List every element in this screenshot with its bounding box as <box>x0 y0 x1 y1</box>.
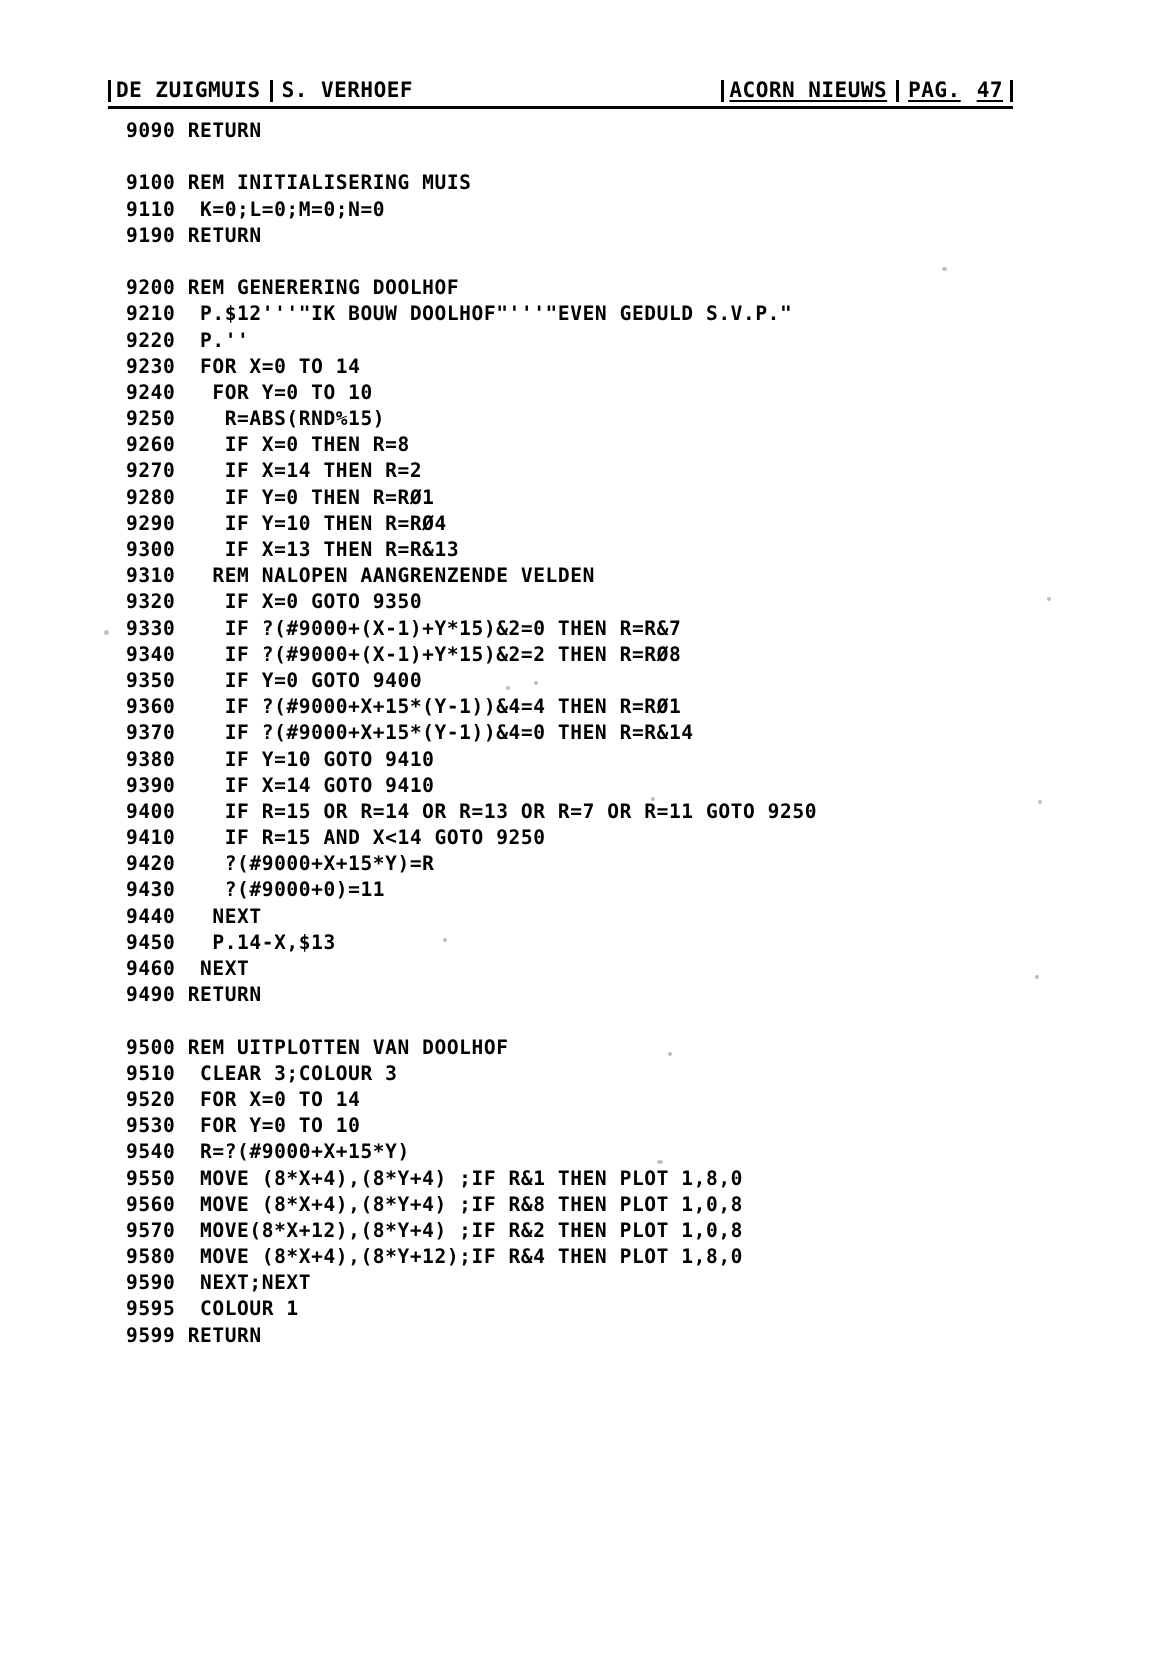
code-line: 9260 IF X=0 THEN R=8 <box>126 433 410 457</box>
scanned-page: DE ZUIGMUIS S. VERHOEF ACORN NIEUWS PAG. 47… <box>0 0 1169 1664</box>
code-line: 9100 REM INITIALISERING MUIS <box>126 171 472 195</box>
header-row: DE ZUIGMUIS S. VERHOEF ACORN NIEUWS PAG. 47 <box>108 76 1013 102</box>
publication-title-right: ACORN NIEUWS <box>729 78 888 102</box>
author-name: S. VERHOEF <box>281 78 414 102</box>
code-line: 9460 NEXT <box>126 957 250 980</box>
code-line: 9330 IF ?(#9000+(X-1)+Y*15)&2=0 THEN R=R… <box>126 616 682 640</box>
code-line: 9560 MOVE (8*X+4),(8*Y+4) ;IF R&8 THEN P… <box>126 1192 743 1216</box>
scan-speckle <box>651 797 655 801</box>
vertical-bar-icon <box>721 80 725 102</box>
scan-speckle <box>1038 800 1042 804</box>
code-line: 9510 CLEAR 3;COLOUR 3 <box>126 1061 398 1085</box>
code-line: 9240 FOR Y=0 TO 10 <box>126 380 373 404</box>
code-line: 9570 MOVE(8*X+12),(8*Y+4) ;IF R&2 THEN P… <box>126 1218 743 1242</box>
code-line: 9400 IF R=15 OR R=14 OR R=13 OR R=7 OR R… <box>126 799 818 823</box>
code-line: 9110 K=0;L=0;M=0;N=0 <box>126 197 386 221</box>
code-line: 9350 IF Y=0 GOTO 9400 <box>126 668 423 692</box>
header-left-group: DE ZUIGMUIS S. VERHOEF <box>108 78 413 102</box>
code-line: 9580 MOVE (8*X+4),(8*Y+12);IF R&4 THEN P… <box>126 1245 743 1269</box>
code-line: 9450 P.14-X,$13 <box>126 930 336 954</box>
code-line: 9550 MOVE (8*X+4),(8*Y+4) ;IF R&1 THEN P… <box>126 1166 743 1190</box>
code-line: 9380 IF Y=10 GOTO 9410 <box>126 747 435 771</box>
code-line: 9300 IF X=13 THEN R=R&13 <box>126 538 460 561</box>
scan-speckle <box>942 267 947 271</box>
page-label: PAG. <box>908 78 961 102</box>
code-line: 9490 RETURN <box>126 983 262 1007</box>
code-line: 9270 IF X=14 THEN R=2 <box>126 459 423 483</box>
code-line: 9595 COLOUR 1 <box>126 1297 299 1321</box>
code-line: 9280 IF Y=0 THEN R=RØ1 <box>126 485 435 509</box>
vertical-bar-icon <box>1010 80 1013 102</box>
code-line: 9540 R=?(#9000+X+15*Y) <box>126 1140 410 1164</box>
code-line: 9440 NEXT <box>126 904 262 928</box>
page-number: 47 <box>976 78 1003 102</box>
scan-speckle <box>1047 597 1051 601</box>
code-line: 9340 IF ?(#9000+(X-1)+Y*15)&2=2 THEN R=R… <box>126 642 682 666</box>
publication-title-left: DE ZUIGMUIS <box>116 78 261 102</box>
header-right-group: ACORN NIEUWS PAG. 47 <box>721 78 1013 102</box>
code-line: 9210 P.$12'''"IK BOUW DOOLHOF"'''"EVEN G… <box>126 302 793 326</box>
scan-speckle <box>534 681 538 685</box>
code-line: 9230 FOR X=0 TO 14 <box>126 354 361 378</box>
code-line: 9530 FOR Y=0 TO 10 <box>126 1114 361 1138</box>
scan-speckle <box>506 686 510 690</box>
code-line: 9360 IF ?(#9000+X+15*(Y-1))&4=4 THEN R=R… <box>126 695 682 719</box>
code-line: 9430 ?(#9000+0)=11 <box>126 878 386 902</box>
code-line: 9390 IF X=14 GOTO 9410 <box>126 773 435 797</box>
code-line: 9500 REM UITPLOTTEN VAN DOOLHOF <box>126 1035 509 1059</box>
code-line: 9599 RETURN <box>126 1323 262 1347</box>
code-line: 9310 REM NALOPEN AANGRENZENDE VELDEN <box>126 564 595 588</box>
scan-speckle <box>657 1160 663 1164</box>
scan-speckle <box>443 938 447 942</box>
vertical-bar-icon <box>269 80 273 102</box>
code-line: 9520 FOR X=0 TO 14 <box>126 1087 361 1111</box>
code-line: 9220 P.'' <box>126 328 250 352</box>
code-line: 9200 REM GENERERING DOOLHOF <box>126 276 460 300</box>
vertical-bar-icon <box>108 80 111 102</box>
code-line: 9250 R=ABS(RND%15) <box>126 407 386 431</box>
code-line: 9370 IF ?(#9000+X+15*(Y-1))&4=0 THEN R=R… <box>126 721 694 745</box>
code-line: 9320 IF X=0 GOTO 9350 <box>126 590 423 614</box>
code-line: 9190 RETURN <box>126 223 262 247</box>
code-line: 9290 IF Y=10 THEN R=RØ4 <box>126 511 447 535</box>
code-line: 9590 NEXT;NEXT <box>126 1271 312 1295</box>
scan-speckle <box>104 630 109 635</box>
scan-speckle <box>1035 975 1039 979</box>
page-header: DE ZUIGMUIS S. VERHOEF ACORN NIEUWS PAG. 47 <box>108 76 1013 110</box>
code-line: 9420 ?(#9000+X+15*Y)=R <box>126 852 435 876</box>
header-rule <box>108 106 1013 109</box>
scan-speckle <box>668 1052 672 1056</box>
code-line: 9410 IF R=15 AND X<14 GOTO 9250 <box>126 826 546 850</box>
basic-program-listing: 9090 RETURN 9100 REM INITIALISERING MUIS… <box>126 118 1126 1349</box>
code-line: 9090 RETURN <box>126 119 262 142</box>
vertical-bar-icon <box>896 80 900 102</box>
